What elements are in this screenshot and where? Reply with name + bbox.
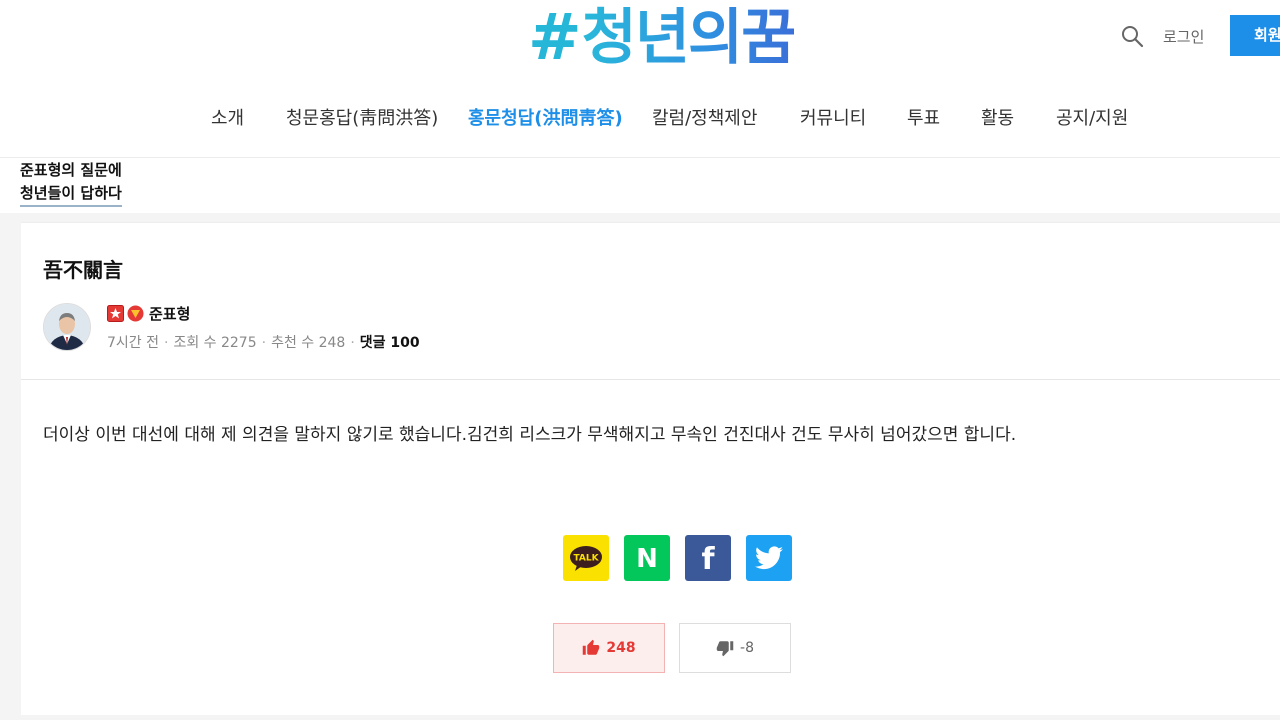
site-logo[interactable]: # 청년의꿈 bbox=[528, 1, 797, 75]
author-avatar[interactable] bbox=[43, 303, 91, 351]
nav-item-cheongmun-hongdap[interactable]: 청문홍답(靑問洪答) bbox=[286, 104, 438, 130]
kakaotalk-icon: TALK bbox=[570, 546, 602, 571]
nav-item-vote[interactable]: 투표 bbox=[907, 104, 940, 130]
naver-icon: N bbox=[636, 545, 658, 571]
post-views: 조회 수 2275 bbox=[173, 335, 257, 351]
share-naver-button[interactable]: N bbox=[624, 535, 670, 581]
share-buttons: TALK N f bbox=[563, 535, 792, 581]
search-icon[interactable] bbox=[1120, 24, 1144, 48]
nav-item-hongmun-cheongdap[interactable]: 홍문청답(洪問靑答) bbox=[468, 104, 623, 130]
post-meta: 7시간 전 · 조회 수 2275 · 추천 수 248 · 댓글 100 bbox=[107, 332, 420, 352]
post-recommends: 추천 수 248 bbox=[271, 335, 346, 351]
share-facebook-button[interactable]: f bbox=[685, 535, 731, 581]
meta-separator: · bbox=[261, 335, 267, 351]
downvote-button[interactable]: -8 bbox=[679, 623, 791, 673]
level-badge-icon bbox=[107, 304, 124, 322]
post-card: 吾不關言 준표형 7시간 전 · 조회 수 2275 · 추천 수 248 · 댓글 100… bbox=[21, 222, 1280, 715]
logo-text: 청년의꿈 bbox=[581, 3, 797, 73]
nav-item-intro[interactable]: 소개 bbox=[211, 104, 244, 130]
nav-item-column-policy[interactable]: 칼럼/정책제안 bbox=[652, 104, 757, 130]
comments-link[interactable]: 댓글 100 bbox=[360, 335, 420, 351]
board-title-line2: 청년들이 답하다 bbox=[20, 182, 122, 207]
facebook-label: f bbox=[701, 543, 715, 573]
board-title-text[interactable]: 준표형의 질문에 청년들이 답하다 bbox=[20, 159, 122, 207]
downvote-count: -8 bbox=[740, 640, 754, 656]
facebook-icon: f bbox=[701, 543, 715, 573]
meta-separator: · bbox=[164, 335, 169, 351]
post-body: 더이상 이번 대선에 대해 제 의견을 말하지 않기로 했습니다.김건희 리스크… bbox=[43, 425, 1017, 445]
logo-hash: # bbox=[528, 1, 582, 75]
naver-label: N bbox=[636, 545, 658, 571]
upvote-count: 248 bbox=[606, 640, 636, 656]
post-divider bbox=[21, 379, 1280, 380]
kakaotalk-label: TALK bbox=[573, 554, 599, 564]
nav-item-activity[interactable]: 활동 bbox=[981, 104, 1014, 130]
board-title: 준표형의 질문에 청년들이 답하다 bbox=[0, 158, 1280, 213]
twitter-icon bbox=[755, 546, 783, 570]
hero-badge-icon bbox=[127, 305, 144, 321]
main-nav: 소개 청문홍답(靑問洪答) 홍문청답(洪問靑答) 칼럼/정책제안 커뮤니티 투표… bbox=[0, 98, 1280, 136]
avatar-image bbox=[44, 304, 90, 350]
upvote-button[interactable]: 248 bbox=[553, 623, 665, 673]
thumbs-up-icon bbox=[583, 639, 600, 655]
share-twitter-button[interactable] bbox=[746, 535, 792, 581]
post-time: 7시간 전 bbox=[107, 335, 159, 351]
nav-item-notice-support[interactable]: 공지/지원 bbox=[1056, 104, 1128, 130]
login-link[interactable]: 로그인 bbox=[1163, 26, 1204, 47]
nav-item-community[interactable]: 커뮤니티 bbox=[800, 104, 866, 130]
share-kakaotalk-button[interactable]: TALK bbox=[563, 535, 609, 581]
board-title-line1: 준표형의 질문에 bbox=[20, 161, 122, 179]
author-name[interactable]: 준표형 bbox=[149, 303, 190, 324]
author-row: 준표형 bbox=[107, 303, 190, 323]
signup-button[interactable]: 회원가입 bbox=[1230, 15, 1280, 56]
meta-separator: · bbox=[350, 335, 355, 351]
site-header: # 청년의꿈 로그인 회원가입 소개 청문홍답(靑問洪答) 홍문청답(洪問靑答)… bbox=[0, 0, 1280, 158]
post-title: 吾不關言 bbox=[43, 258, 123, 282]
thumbs-down-icon bbox=[716, 641, 734, 657]
